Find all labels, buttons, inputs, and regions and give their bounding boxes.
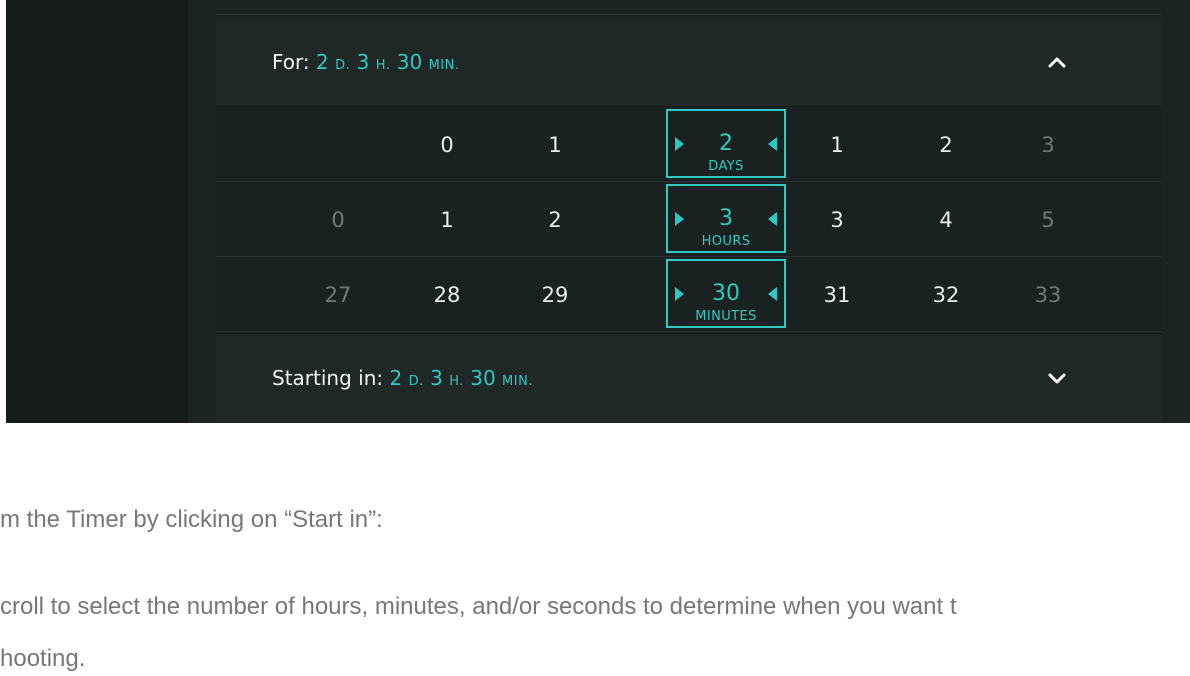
- start-minutes-value: 30: [470, 366, 496, 390]
- hours-option[interactable]: 5: [1018, 183, 1078, 256]
- minutes-selected[interactable]: 30 MINUTES: [666, 259, 786, 328]
- hours-picker-row[interactable]: 0 1 2 3 HOURS 3 4 5: [216, 183, 1162, 257]
- timer-app-screenshot: For: 2 D. 3 H. 30 MIN. 0 1 2 DAYS 1 2 3 …: [6, 0, 1190, 423]
- hours-selected[interactable]: 3 HOURS: [666, 184, 786, 253]
- minutes-option[interactable]: 29: [525, 258, 585, 331]
- hours-selected-value: 3: [719, 206, 733, 231]
- starting-in-summary: Starting in: 2 D. 3 H. 30 MIN.: [272, 366, 533, 390]
- days-selected[interactable]: 2 DAYS: [666, 109, 786, 178]
- for-hours-unit: H.: [375, 58, 391, 73]
- minutes-option[interactable]: 33: [1018, 258, 1078, 331]
- days-option[interactable]: 0: [417, 108, 477, 181]
- minutes-option[interactable]: 31: [807, 258, 867, 331]
- for-hours-value: 3: [356, 50, 370, 74]
- minutes-option[interactable]: 27: [308, 258, 368, 331]
- for-minutes-unit: MIN.: [428, 58, 460, 73]
- caption-line-2: croll to select the number of hours, min…: [0, 593, 957, 620]
- minutes-picker-row[interactable]: 27 28 29 30 MINUTES 31 32 33: [216, 258, 1162, 332]
- for-label: For:: [272, 50, 310, 74]
- days-option[interactable]: 1: [807, 108, 867, 181]
- hours-option[interactable]: 0: [308, 183, 368, 256]
- days-option[interactable]: 1: [525, 108, 585, 181]
- for-minutes-value: 30: [396, 50, 423, 74]
- chevron-down-icon[interactable]: [1046, 367, 1068, 389]
- minutes-selected-value: 30: [712, 281, 740, 306]
- for-days-unit: D.: [335, 58, 351, 73]
- hours-option[interactable]: 4: [916, 183, 976, 256]
- timer-panel: For: 2 D. 3 H. 30 MIN. 0 1 2 DAYS 1 2 3 …: [188, 0, 1190, 423]
- days-picker-row[interactable]: 0 1 2 DAYS 1 2 3: [216, 108, 1162, 182]
- days-selected-value: 2: [719, 131, 733, 156]
- minutes-option[interactable]: 28: [417, 258, 477, 331]
- for-duration-header[interactable]: For: 2 D. 3 H. 30 MIN.: [216, 18, 1162, 107]
- hours-unit-label: HOURS: [701, 234, 751, 249]
- start-hours-unit: H.: [449, 374, 464, 389]
- start-days-value: 2: [389, 366, 403, 390]
- minutes-unit-label: MINUTES: [695, 309, 757, 324]
- caption-line-1: m the Timer by clicking on “Start in”:: [0, 506, 383, 533]
- days-option[interactable]: 2: [916, 108, 976, 181]
- top-divider: [216, 14, 1162, 15]
- hours-option[interactable]: 1: [417, 183, 477, 256]
- start-days-unit: D.: [408, 374, 424, 389]
- minutes-option[interactable]: 32: [916, 258, 976, 331]
- chevron-up-icon[interactable]: [1046, 51, 1068, 73]
- hours-option[interactable]: 2: [525, 183, 585, 256]
- start-hours-value: 3: [430, 366, 443, 390]
- start-minutes-unit: MIN.: [502, 374, 533, 389]
- for-duration-summary: For: 2 D. 3 H. 30 MIN.: [272, 50, 459, 74]
- days-unit-label: DAYS: [708, 159, 744, 174]
- left-sidebar: [6, 0, 188, 423]
- days-option[interactable]: 3: [1018, 108, 1078, 181]
- hours-option[interactable]: 3: [807, 183, 867, 256]
- caption-line-3: hooting.: [0, 645, 86, 672]
- starting-in-header[interactable]: Starting in: 2 D. 3 H. 30 MIN.: [216, 333, 1162, 422]
- starting-in-label: Starting in:: [272, 366, 384, 390]
- for-days-value: 2: [316, 50, 329, 74]
